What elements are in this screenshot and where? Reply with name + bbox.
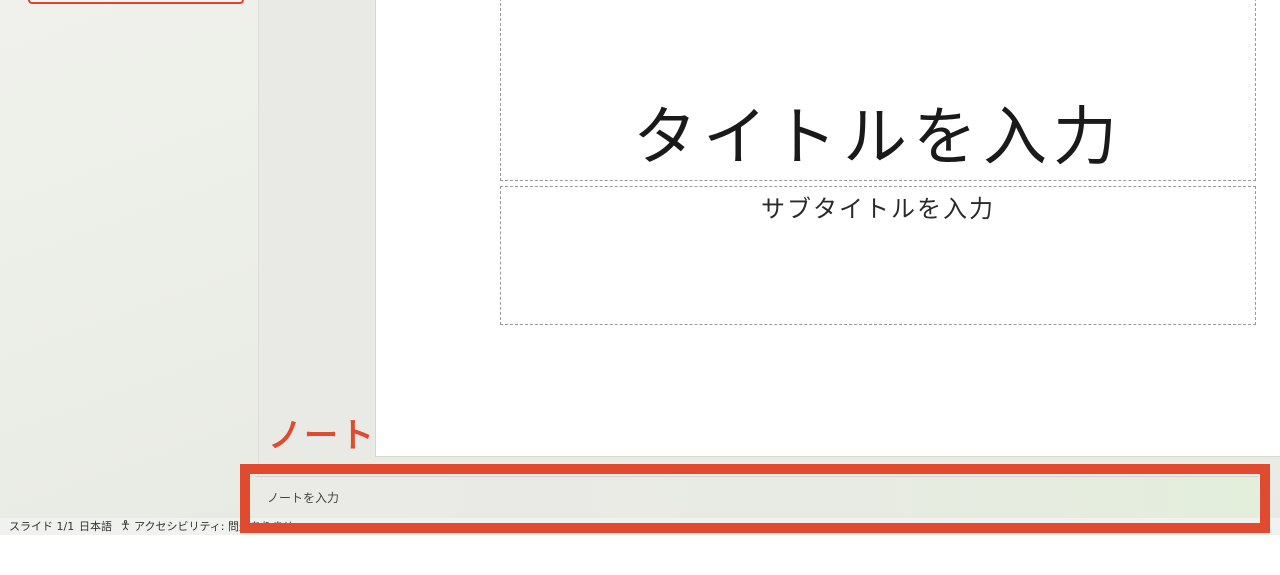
status-bar: スライド 1/1 日本語 アクセシビリティ: 問題ありませ — [0, 518, 1280, 535]
slide-counter[interactable]: スライド 1/1 — [9, 520, 74, 533]
accessibility-status-text: アクセシビリティ: 問題ありませ — [134, 520, 294, 533]
notes-pane[interactable]: ノートを入力 — [255, 476, 1258, 521]
language-indicator[interactable]: 日本語 — [79, 520, 112, 533]
notes-annotation-label: ノート — [268, 416, 376, 456]
slide-canvas[interactable]: タイトルを入力 サブタイトルを入力 — [375, 0, 1280, 457]
notes-placeholder-text: ノートを入力 — [267, 491, 340, 505]
powerpoint-window: タイトルを入力 サブタイトルを入力 ノート ノートを入力 スライド 1/1 日本… — [0, 0, 1280, 535]
slide-thumbnail-pane[interactable] — [0, 0, 259, 518]
accessibility-status[interactable]: アクセシビリティ: 問題ありませ — [120, 520, 294, 533]
accessibility-icon — [121, 520, 130, 531]
subtitle-placeholder-text: サブタイトルを入力 — [761, 195, 995, 223]
title-placeholder-text: タイトルを入力 — [633, 101, 1123, 175]
subtitle-placeholder[interactable]: サブタイトルを入力 — [500, 186, 1256, 325]
title-placeholder[interactable]: タイトルを入力 — [500, 0, 1256, 181]
slide-thumbnail-1[interactable] — [28, 0, 244, 4]
